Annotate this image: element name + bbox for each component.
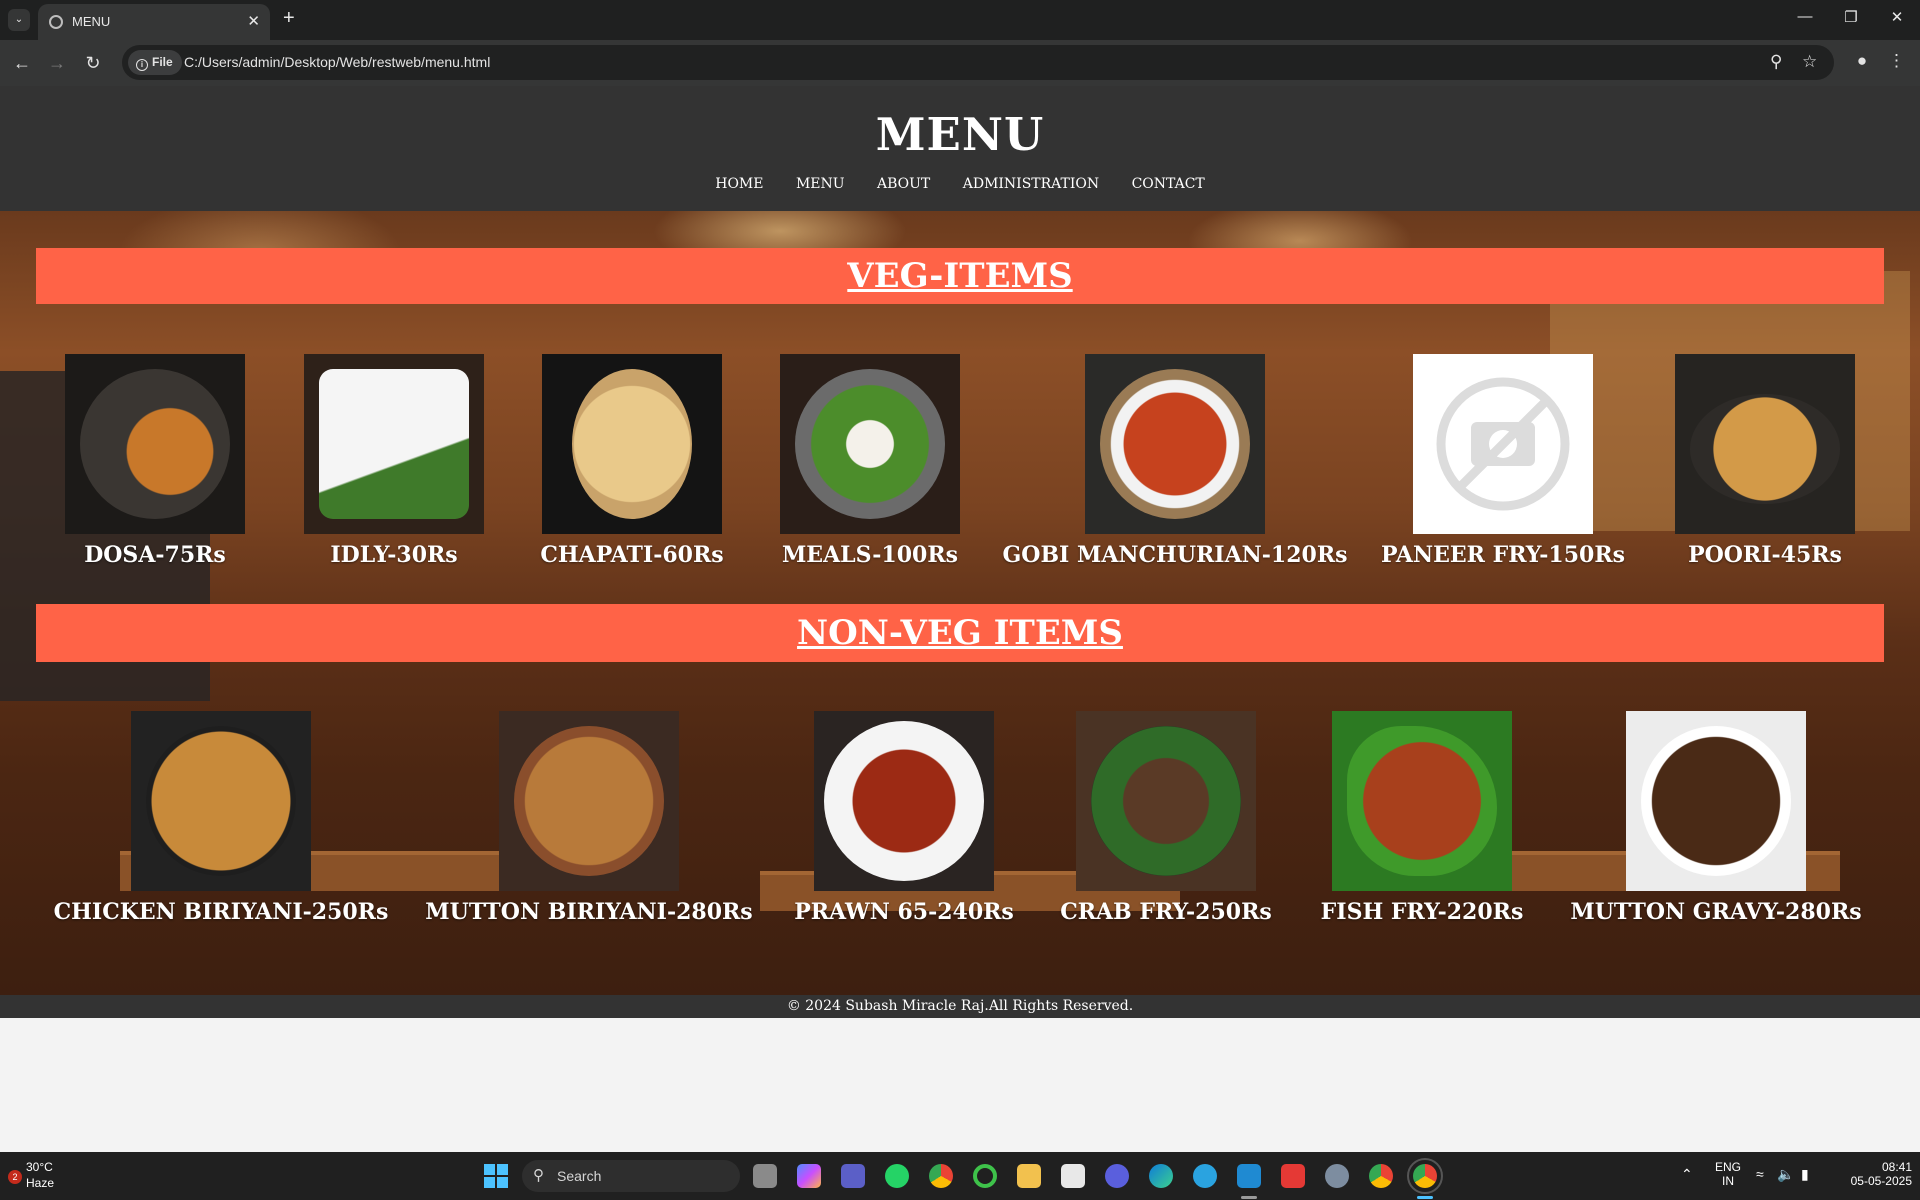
zoom-magnifier-icon[interactable]: ⚲ (1770, 52, 1782, 72)
address-bar[interactable]: i File C:/Users/admin/Desktop/Web/restweb… (122, 45, 1834, 80)
tab-title: MENU (72, 14, 111, 29)
tray-chevron-up-icon[interactable]: ⌃ (1681, 1166, 1693, 1183)
nav-link-contact[interactable]: CONTACT (1132, 176, 1205, 192)
nav-link-menu[interactable]: MENU (796, 176, 845, 192)
item-label: POORI-45Rs (1688, 542, 1842, 568)
dosa-image (65, 354, 245, 534)
veg-section-banner: VEG-ITEMS (36, 248, 1884, 304)
site-info-chip[interactable]: i File (128, 50, 182, 75)
chrome-icon[interactable] (929, 1164, 953, 1188)
teams-icon[interactable] (841, 1164, 865, 1188)
close-tab-icon[interactable]: ✕ (247, 12, 260, 30)
minimize-icon[interactable]: — (1790, 8, 1820, 25)
copilot-icon[interactable] (797, 1164, 821, 1188)
speaker-muted-icon[interactable]: 🔈 (1777, 1166, 1794, 1183)
taskbar-search[interactable]: ⚲ Search (522, 1160, 740, 1192)
nonveg-heading: NON-VEG ITEMS (797, 613, 1123, 653)
page-viewport: MENU HOME MENU ABOUT ADMINISTRATION CONT… (0, 86, 1920, 1152)
bookmark-star-icon[interactable]: ☆ (1802, 52, 1817, 72)
tab-search-chevron-icon[interactable]: ⌄ (8, 9, 30, 31)
mutton-gravy-image (1626, 711, 1806, 891)
sync-app-icon[interactable] (973, 1164, 997, 1188)
meals-image (780, 354, 960, 534)
chapati-image (542, 354, 722, 534)
windows-start-icon[interactable] (484, 1164, 508, 1188)
item-label: CHICKEN BIRIYANI-250Rs (53, 899, 389, 925)
lang-top: ENG (1714, 1160, 1741, 1174)
search-icon: ⚲ (533, 1167, 544, 1184)
profile-icon[interactable]: ● (1850, 51, 1874, 75)
browser-toolbar: ← → ↻ i File C:/Users/admin/Desktop/Web/r… (0, 40, 1920, 86)
back-arrow-icon[interactable]: ← (10, 51, 34, 75)
wifi-icon[interactable]: ≈ (1756, 1166, 1764, 1182)
weather-temp: 30°C (26, 1160, 53, 1174)
lang-bottom: IN (1722, 1174, 1734, 1188)
restore-icon[interactable]: ❐ (1836, 8, 1866, 26)
settings-gear-icon[interactable] (1325, 1164, 1349, 1188)
clock[interactable]: 08:41 05-05-2025 (1836, 1160, 1912, 1188)
site-header: MENU HOME MENU ABOUT ADMINISTRATION CONT… (0, 86, 1920, 211)
main-nav: HOME MENU ABOUT ADMINISTRATION CONTACT (0, 175, 1920, 193)
chicken-biriyani-image (131, 711, 311, 891)
site-chip-label: File (152, 55, 173, 69)
site-footer: © 2024 Subash Miracle Raj.All Rights Res… (0, 995, 1920, 1018)
chrome-profile-icon[interactable] (1369, 1164, 1393, 1188)
proton-vpn-icon[interactable] (1105, 1164, 1129, 1188)
reload-icon[interactable]: ↻ (81, 51, 105, 75)
new-tab-button[interactable]: + (283, 7, 295, 30)
mutton-biriyani-image (499, 711, 679, 891)
file-explorer-icon[interactable] (1017, 1164, 1041, 1188)
wps-office-icon[interactable] (1281, 1164, 1305, 1188)
vscode-icon[interactable] (1237, 1164, 1261, 1188)
whatsapp-icon[interactable] (885, 1164, 909, 1188)
nav-link-about[interactable]: ABOUT (877, 176, 930, 192)
task-view-icon[interactable] (753, 1164, 777, 1188)
menu-background: VEG-ITEMS DOSA-75Rs IDLY-30Rs CHAPATI-60… (0, 211, 1920, 995)
active-app-indicator (1241, 1196, 1257, 1199)
poori-image (1675, 354, 1855, 534)
nav-link-home[interactable]: HOME (715, 176, 763, 192)
clock-date: 05-05-2025 (1850, 1174, 1912, 1188)
clock-time: 08:41 (1881, 1160, 1912, 1174)
chrome-active-icon[interactable] (1407, 1158, 1443, 1194)
weather-condition: Haze (26, 1176, 55, 1190)
telegram-icon[interactable] (1193, 1164, 1217, 1188)
item-label: MUTTON GRAVY-280Rs (1570, 899, 1862, 925)
browser-tab[interactable]: MENU ✕ (38, 4, 270, 40)
edge-icon[interactable] (1149, 1164, 1173, 1188)
veg-heading: VEG-ITEMS (847, 256, 1073, 296)
crab-fry-image (1076, 711, 1256, 891)
idly-image (304, 354, 484, 534)
forward-arrow-icon[interactable]: → (45, 51, 69, 75)
fish-fry-image (1332, 711, 1512, 891)
image-placeholder-icon (1413, 354, 1593, 534)
microsoft-store-icon[interactable] (1061, 1164, 1085, 1188)
prawn-65-image (814, 711, 994, 891)
window-close-icon[interactable]: ✕ (1882, 8, 1912, 26)
nonveg-section-banner: NON-VEG ITEMS (36, 604, 1884, 662)
active-app-indicator (1417, 1196, 1433, 1199)
windows-taskbar: 2 30°C Haze ⚲ Search ⌃ ENG IN ≈ 🔈 ▮ 08:4… (0, 1152, 1920, 1200)
battery-icon[interactable]: ▮ (1801, 1166, 1809, 1183)
browser-tab-strip: ⌄ MENU ✕ + — ❐ ✕ (0, 0, 1920, 40)
url-text[interactable]: C:/Users/admin/Desktop/Web/restweb/menu.… (184, 54, 490, 70)
info-icon: i (136, 59, 148, 71)
gobi-manchurian-image (1085, 354, 1265, 534)
more-menu-icon[interactable]: ⋮ (1888, 51, 1905, 71)
language-indicator[interactable]: ENG IN (1712, 1160, 1744, 1188)
weather-alert-badge: 2 (8, 1170, 22, 1184)
nav-link-administration[interactable]: ADMINISTRATION (963, 176, 1099, 192)
page-title: MENU (875, 108, 1045, 161)
globe-icon (49, 15, 63, 29)
search-placeholder: Search (557, 1168, 602, 1184)
